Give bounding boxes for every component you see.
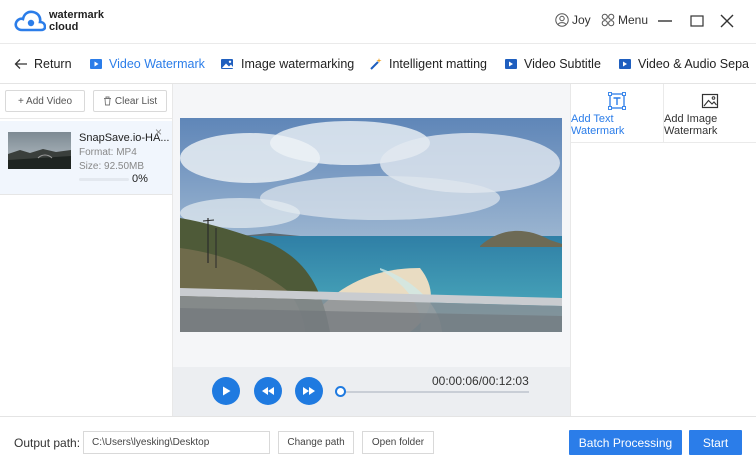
- playback-controls: 00:00:06/00:12:03: [173, 367, 570, 416]
- minimize-button[interactable]: [655, 11, 675, 31]
- playback-time: 00:00:06/00:12:03: [432, 374, 529, 388]
- maximize-icon: [690, 15, 704, 27]
- return-label: Return: [34, 57, 72, 71]
- tab-intelligent-matting[interactable]: Intelligent matting: [369, 44, 487, 83]
- fast-forward-icon: [303, 387, 315, 395]
- output-path-label: Output path:: [14, 436, 81, 450]
- tab-label: Intelligent matting: [389, 57, 487, 71]
- menu-button[interactable]: Menu: [601, 13, 648, 27]
- file-list-item[interactable]: SnapSave.io-HA... Format: MP4 Size: 92.5…: [0, 121, 172, 195]
- add-image-watermark-button[interactable]: Add Image Watermark: [664, 84, 756, 142]
- tab-video-watermark[interactable]: Video Watermark: [89, 44, 205, 83]
- file-size: Size: 92.50MB: [79, 161, 145, 172]
- file-progress-bar: [79, 178, 129, 181]
- label-line: Watermark: [664, 125, 718, 137]
- seek-handle[interactable]: [335, 386, 347, 397]
- video-preview-area: [173, 84, 570, 367]
- tab-label: Video & Audio Sepa: [638, 57, 749, 71]
- trash-icon: [103, 96, 111, 106]
- add-video-label: + Add Video: [17, 95, 73, 107]
- add-text-watermark-label: Add Text Watermark: [571, 113, 624, 137]
- logo-line2: cloud: [49, 21, 79, 33]
- user-name: Joy: [572, 13, 591, 27]
- change-path-label: Change path: [287, 437, 345, 448]
- image-frame-icon: [701, 93, 719, 109]
- close-window-button[interactable]: [717, 11, 737, 31]
- play-icon: [223, 386, 231, 396]
- output-path-field[interactable]: C:\Users\lyesking\Desktop: [83, 431, 270, 454]
- bottom-bar: Output path: C:\Users\lyesking\Desktop C…: [0, 416, 756, 466]
- logo-text: watermark cloud: [49, 9, 104, 33]
- open-folder-label: Open folder: [371, 437, 425, 448]
- label-line: Add Image: [664, 113, 718, 125]
- tab-label: Video Watermark: [109, 57, 205, 71]
- start-label: Start: [702, 435, 729, 450]
- open-folder-button[interactable]: Open folder: [362, 431, 434, 454]
- user-account[interactable]: Joy: [555, 13, 591, 27]
- video-audio-icon: [619, 59, 631, 69]
- panel-divider: [571, 142, 756, 143]
- text-box-icon: [608, 92, 626, 110]
- file-progress-percent: 0%: [132, 173, 148, 185]
- clear-list-label: Clear List: [114, 95, 158, 107]
- minimize-icon: [658, 20, 672, 22]
- user-icon: [555, 13, 569, 27]
- add-image-watermark-label: Add Image Watermark: [664, 113, 717, 137]
- menu-label: Menu: [618, 13, 649, 27]
- maximize-button[interactable]: [687, 11, 707, 31]
- clear-list-button[interactable]: Clear List: [93, 90, 167, 112]
- tab-label: Video Subtitle: [524, 57, 601, 71]
- close-icon: [720, 14, 734, 28]
- label-line: Watermark: [571, 125, 625, 137]
- title-bar: watermark cloud Joy Menu: [0, 0, 756, 44]
- file-list-panel: + Add Video Clear List SnapSave.io-HA...…: [0, 84, 173, 416]
- tab-bar: Return Video Watermark Image watermarkin…: [0, 44, 756, 84]
- start-button[interactable]: Start: [689, 430, 742, 455]
- grid-menu-icon: [601, 13, 615, 27]
- remove-file-icon[interactable]: ×: [155, 125, 162, 139]
- video-frame[interactable]: [180, 118, 562, 332]
- video-frame-image: [180, 118, 562, 332]
- return-button[interactable]: Return: [14, 44, 72, 83]
- label-line: Add Text: [571, 113, 614, 125]
- video-watermark-icon: [90, 59, 102, 69]
- video-subtitle-icon: [505, 59, 517, 69]
- magic-wand-icon: [370, 58, 382, 70]
- batch-processing-button[interactable]: Batch Processing: [569, 430, 682, 455]
- logo-line1: watermark: [49, 9, 105, 21]
- image-watermark-icon: [221, 59, 233, 69]
- add-video-button[interactable]: + Add Video: [5, 90, 85, 112]
- tab-image-watermarking[interactable]: Image watermarking: [220, 44, 355, 83]
- play-button[interactable]: [212, 377, 240, 405]
- video-thumbnail: [8, 132, 71, 169]
- rewind-button[interactable]: [254, 377, 282, 405]
- fast-forward-button[interactable]: [295, 377, 323, 405]
- tab-label: Image watermarking: [241, 57, 355, 71]
- change-path-button[interactable]: Change path: [278, 431, 354, 454]
- file-list-toolbar: + Add Video Clear List: [0, 84, 172, 119]
- seek-bar[interactable]: [344, 391, 529, 393]
- arrow-left-icon: [14, 59, 27, 69]
- add-text-watermark-button[interactable]: Add Text Watermark: [571, 84, 663, 142]
- rewind-icon: [262, 387, 274, 395]
- file-format: Format: MP4: [79, 147, 137, 158]
- watermark-options-panel: Add Text Watermark Add Image Watermark: [570, 84, 756, 416]
- cloud-logo-icon: [14, 10, 46, 32]
- batch-processing-label: Batch Processing: [578, 435, 673, 450]
- tab-video-audio-separation[interactable]: Video & Audio Sepa: [618, 44, 749, 83]
- tab-video-subtitle[interactable]: Video Subtitle: [504, 44, 601, 83]
